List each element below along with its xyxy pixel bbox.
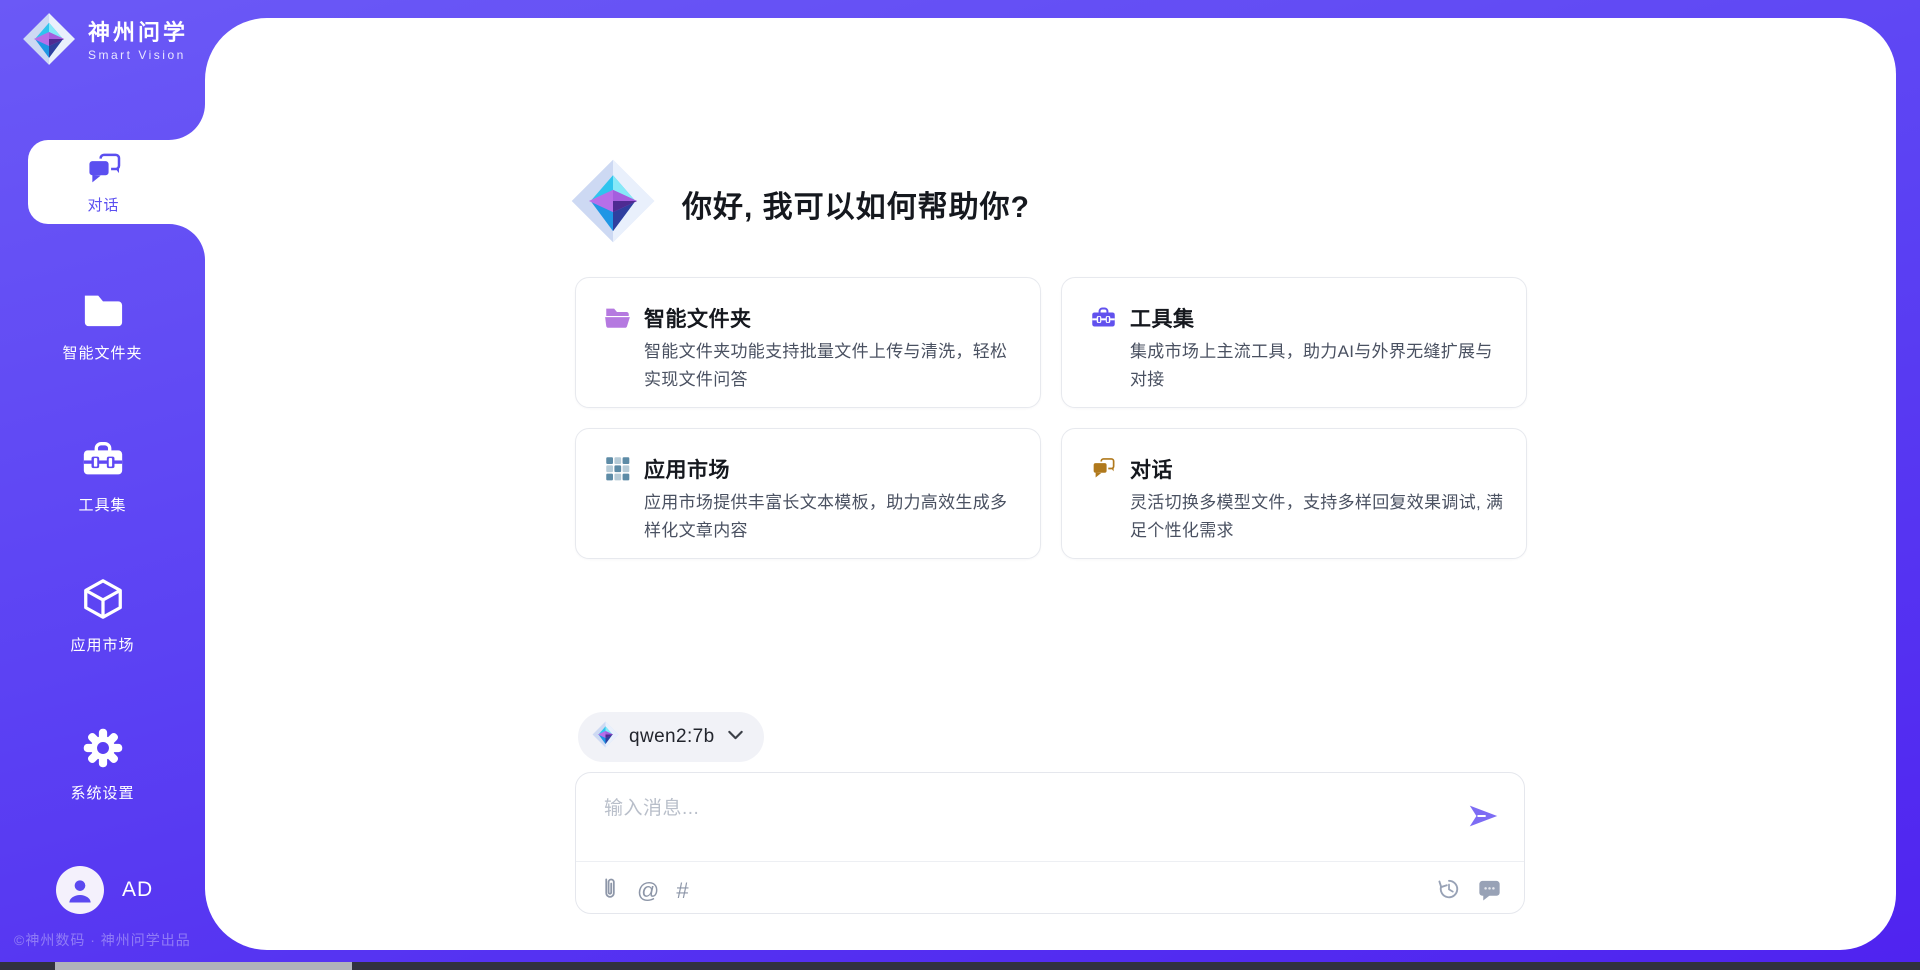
send-icon	[1466, 821, 1500, 836]
topic-button[interactable]: #	[676, 880, 688, 902]
card-desc: 灵活切换多模型文件，支持多样回复效果调试, 满足个性化需求	[1130, 489, 1504, 544]
at-icon: @	[637, 880, 659, 902]
folder-icon	[604, 304, 631, 334]
chat-bubble-icon	[1477, 877, 1502, 906]
sidebar-item-label: 系统设置	[70, 782, 134, 803]
chat-icon	[84, 149, 124, 194]
brand-subtitle: Smart Vision	[88, 48, 188, 62]
gear-icon	[81, 726, 125, 775]
message-composer: @ #	[575, 772, 1525, 914]
grid-icon	[604, 455, 631, 487]
send-button[interactable]	[1462, 795, 1504, 840]
card-toolbox[interactable]: 工具集 集成市场上主流工具，助力AI与外界无缝扩展与对接	[1061, 277, 1527, 408]
tab-fillet-bottom	[169, 224, 205, 260]
sidebar-item-label: 工具集	[78, 494, 126, 515]
card-title: 智能文件夹	[644, 303, 752, 333]
history-icon	[1437, 877, 1461, 905]
card-desc: 集成市场上主流工具，助力AI与外界无缝扩展与对接	[1130, 338, 1504, 393]
brand-diamond-icon	[22, 12, 76, 71]
model-selector[interactable]: qwen2:7b	[578, 712, 764, 762]
brand-diamond-icon	[592, 721, 619, 753]
briefcase-icon	[1090, 304, 1117, 336]
model-name: qwen2:7b	[629, 726, 715, 748]
card-chat[interactable]: 对话 灵活切换多模型文件，支持多样回复效果调试, 满足个性化需求	[1061, 428, 1527, 559]
card-title: 工具集	[1130, 303, 1195, 333]
avatar	[56, 866, 104, 914]
message-input[interactable]	[602, 791, 1426, 855]
history-button[interactable]	[1437, 877, 1461, 905]
mention-button[interactable]: @	[637, 880, 659, 902]
card-title: 对话	[1130, 454, 1173, 484]
sidebar-item-toolbox[interactable]: 工具集	[0, 436, 205, 515]
app-logo: 神州问学 Smart Vision	[22, 12, 188, 71]
attach-button[interactable]	[598, 876, 620, 906]
user-account[interactable]: AD	[56, 866, 153, 914]
greeting-block: 你好, 我可以如何帮助你?	[570, 158, 1030, 249]
user-name: AD	[122, 878, 153, 902]
feedback-button[interactable]	[1477, 877, 1502, 906]
sidebar-item-settings[interactable]: 系统设置	[0, 726, 205, 803]
sidebar-item-label: 应用市场	[70, 634, 134, 655]
horizontal-scrollbar-thumb[interactable]	[55, 962, 352, 970]
sidebar-item-chat[interactable]: 对话	[28, 140, 205, 224]
paperclip-icon	[598, 876, 620, 906]
card-app-market[interactable]: 应用市场 应用市场提供丰富长文本模板，助力高效生成多样化文章内容	[575, 428, 1041, 559]
sidebar-item-label: 智能文件夹	[62, 342, 142, 363]
card-title: 应用市场	[644, 454, 730, 484]
brand-name: 神州问学	[88, 21, 188, 45]
card-desc: 应用市场提供丰富长文本模板，助力高效生成多样化文章内容	[644, 489, 1018, 544]
chevron-down-icon	[727, 728, 744, 746]
tab-fillet-top	[169, 104, 205, 140]
folder-icon	[80, 288, 126, 335]
feature-cards: 智能文件夹 智能文件夹功能支持批量文件上传与清洗，轻松实现文件问答 工具集 集成…	[575, 277, 1527, 559]
chat-icon	[1090, 455, 1117, 487]
toolbox-icon	[80, 436, 126, 487]
cube-icon	[80, 576, 126, 627]
sidebar-item-label: 对话	[87, 194, 119, 215]
greeting-diamond-icon	[570, 158, 656, 249]
sidebar-item-app-market[interactable]: 应用市场	[0, 576, 205, 655]
copyright-text: ©神州数码 · 神州问学出品	[14, 930, 191, 950]
card-desc: 智能文件夹功能支持批量文件上传与清洗，轻松实现文件问答	[644, 338, 1018, 393]
composer-divider	[576, 861, 1524, 862]
hash-icon: #	[676, 880, 688, 902]
greeting-title: 你好, 我可以如何帮助你?	[682, 182, 1030, 226]
card-smart-folder[interactable]: 智能文件夹 智能文件夹功能支持批量文件上传与清洗，轻松实现文件问答	[575, 277, 1041, 408]
sidebar-item-smart-folder[interactable]: 智能文件夹	[0, 288, 205, 363]
